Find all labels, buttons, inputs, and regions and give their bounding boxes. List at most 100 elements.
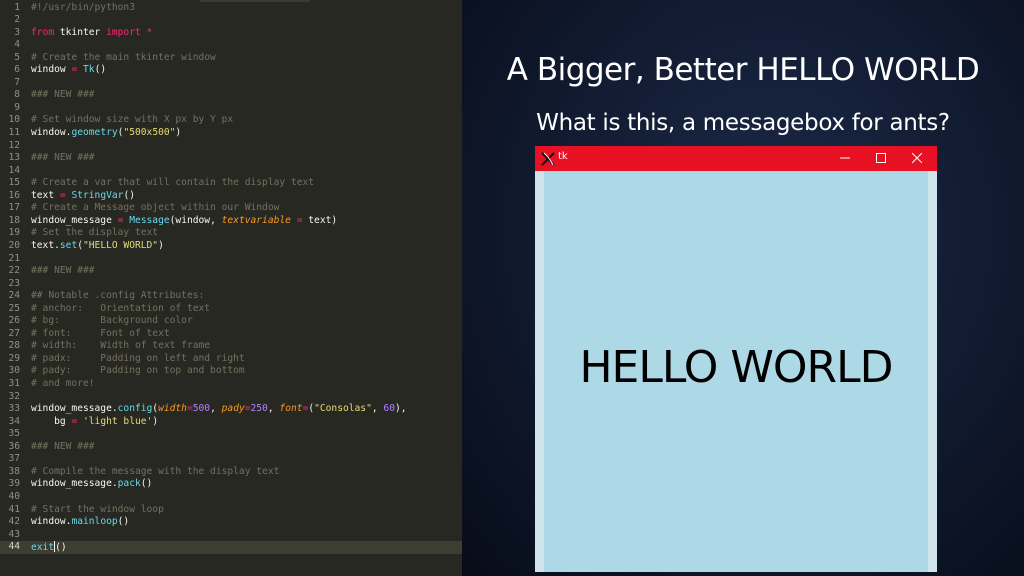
code-line[interactable]: 41 # Start the window loop: [0, 504, 462, 517]
code-line[interactable]: 42 window.mainloop(): [0, 516, 462, 529]
line-number: 6: [14, 64, 20, 76]
code-line[interactable]: 25 # anchor: Orientation of text: [0, 303, 462, 316]
code-line[interactable]: 38 # Compile the message with the display…: [0, 466, 462, 479]
minimize-button[interactable]: [827, 146, 863, 171]
code-text: # bg: Background color: [31, 315, 193, 328]
code-text: # Set window size with X px by Y px: [31, 114, 233, 127]
slide-title: A Bigger, Better HELLO WORLD: [506, 52, 980, 88]
tk-window-frame-right: [928, 171, 937, 572]
code-line[interactable]: 28 # width: Width of text frame: [0, 340, 462, 353]
code-line[interactable]: 37: [0, 453, 462, 466]
code-line[interactable]: 24 ## Notable .config Attributes:: [0, 290, 462, 303]
line-number: 38: [8, 465, 20, 477]
code-line[interactable]: 40: [0, 491, 462, 504]
line-number: 20: [8, 239, 20, 251]
code-line[interactable]: 27 # font: Font of text: [0, 328, 462, 341]
line-number: 22: [8, 265, 20, 277]
code-line[interactable]: 3 from tkinter import *: [0, 27, 462, 40]
line-number: 31: [8, 378, 20, 389]
code-text: # Create a Message object within our Win…: [31, 202, 279, 215]
line-number: 10: [8, 114, 20, 126]
code-line[interactable]: 16 text = StringVar(): [0, 190, 462, 203]
code-line[interactable]: 33 window_message.config(width=500, pady=…: [0, 403, 462, 416]
code-token: # Create the main tkinter window: [31, 51, 216, 63]
line-number: 9: [14, 101, 20, 113]
code-line[interactable]: 31 # and more!: [0, 378, 462, 391]
line-number: 14: [8, 164, 20, 176]
code-token: #!/usr/bin/python3: [31, 1, 135, 13]
code-line[interactable]: 8 ### NEW ###: [0, 89, 462, 102]
code-token: ### NEW ###: [31, 440, 95, 452]
code-line[interactable]: 17 # Create a Message object within our W…: [0, 202, 462, 215]
line-number: 8: [14, 89, 20, 101]
tk-titlebar[interactable]: tk: [535, 146, 937, 171]
code-text: # Compile the message with the display t…: [31, 466, 279, 479]
code-line[interactable]: 29 # padx: Padding on left and right: [0, 353, 462, 366]
code-token: # anchor: Orientation of text: [31, 302, 211, 314]
code-token: ,: [267, 403, 280, 415]
code-token: # bg: Background color: [31, 315, 193, 327]
line-number: 39: [8, 478, 20, 490]
code-text: # anchor: Orientation of text: [31, 303, 210, 316]
code-line[interactable]: 22 ### NEW ###: [0, 265, 462, 278]
code-token: from: [31, 26, 55, 38]
code-line[interactable]: 36 ### NEW ###: [0, 441, 462, 454]
maximize-button[interactable]: [863, 146, 899, 171]
code-line[interactable]: 43: [0, 529, 462, 542]
code-token: mainloop: [71, 516, 118, 528]
code-line[interactable]: 10 # Set window size with X px by Y px: [0, 114, 462, 127]
code-line[interactable]: 39 window_message.pack(): [0, 478, 462, 491]
line-number: 41: [8, 503, 20, 515]
code-text: bg = 'light blue'): [31, 416, 158, 429]
code-line[interactable]: 2: [0, 14, 462, 27]
line-number: 5: [14, 51, 20, 63]
line-number: 3: [14, 26, 20, 38]
code-line[interactable]: 44 exit(): [0, 541, 462, 554]
code-line[interactable]: 34 bg = 'light blue'): [0, 416, 462, 429]
code-line[interactable]: 14: [0, 165, 462, 178]
tk-window[interactable]: tk HELLO WORLD: [535, 146, 937, 572]
code-editor[interactable]: 1 #!/usr/bin/python3 2 3 from tkinter import…: [0, 0, 462, 576]
code-token: bg: [31, 415, 72, 427]
code-line[interactable]: 9: [0, 102, 462, 115]
maximize-icon: [876, 153, 886, 163]
close-button[interactable]: [899, 146, 935, 171]
line-number: 1: [14, 1, 20, 13]
code-line[interactable]: 7: [0, 77, 462, 90]
code-token: *: [146, 26, 153, 38]
code-token: # Create a var that will contain the dis…: [31, 177, 315, 189]
code-line[interactable]: 32: [0, 391, 462, 404]
code-text: window_message.config(width=500, pady=25…: [31, 403, 407, 416]
code-line[interactable]: 4: [0, 39, 462, 52]
code-token: ,: [210, 403, 222, 415]
code-line[interactable]: 30 # pady: Padding on top and bottom: [0, 365, 462, 378]
code-line[interactable]: 26 # bg: Background color: [0, 315, 462, 328]
code-line[interactable]: 13 ### NEW ###: [0, 152, 462, 165]
code-line[interactable]: 5 # Create the main tkinter window: [0, 52, 462, 65]
code-line[interactable]: 1 #!/usr/bin/python3: [0, 2, 462, 15]
code-line[interactable]: 15 # Create a var that will contain the d…: [0, 177, 462, 190]
code-token: (): [140, 478, 153, 490]
code-line[interactable]: 11 window.geometry("500x500"): [0, 127, 462, 140]
line-number: 40: [8, 490, 20, 502]
line-number: 12: [8, 139, 20, 151]
line-number: 42: [8, 516, 20, 528]
code-line[interactable]: 12: [0, 140, 462, 153]
line-number: 17: [8, 202, 20, 214]
code-line[interactable]: 20 text.set("HELLO WORLD"): [0, 240, 462, 253]
code-line[interactable]: 6 window = Tk(): [0, 64, 462, 77]
code-token: # font: Font of text: [31, 327, 170, 339]
code-line[interactable]: 23: [0, 278, 462, 291]
line-number: 30: [8, 365, 20, 377]
code-token: pady: [221, 403, 245, 415]
code-line[interactable]: 19 # Set the display text: [0, 227, 462, 240]
code-line[interactable]: 18 window_message = Message(window, textv…: [0, 215, 462, 228]
code-token: # pady: Padding on top and bottom: [31, 365, 245, 377]
code-token: (window,: [169, 214, 222, 226]
line-number: 32: [8, 390, 20, 402]
code-line[interactable]: 35: [0, 428, 462, 441]
code-line[interactable]: 21: [0, 253, 462, 266]
code-token: textvariable: [221, 214, 291, 226]
code-token: set: [59, 239, 78, 251]
code-token: ## Notable .config Attributes:: [31, 290, 205, 302]
